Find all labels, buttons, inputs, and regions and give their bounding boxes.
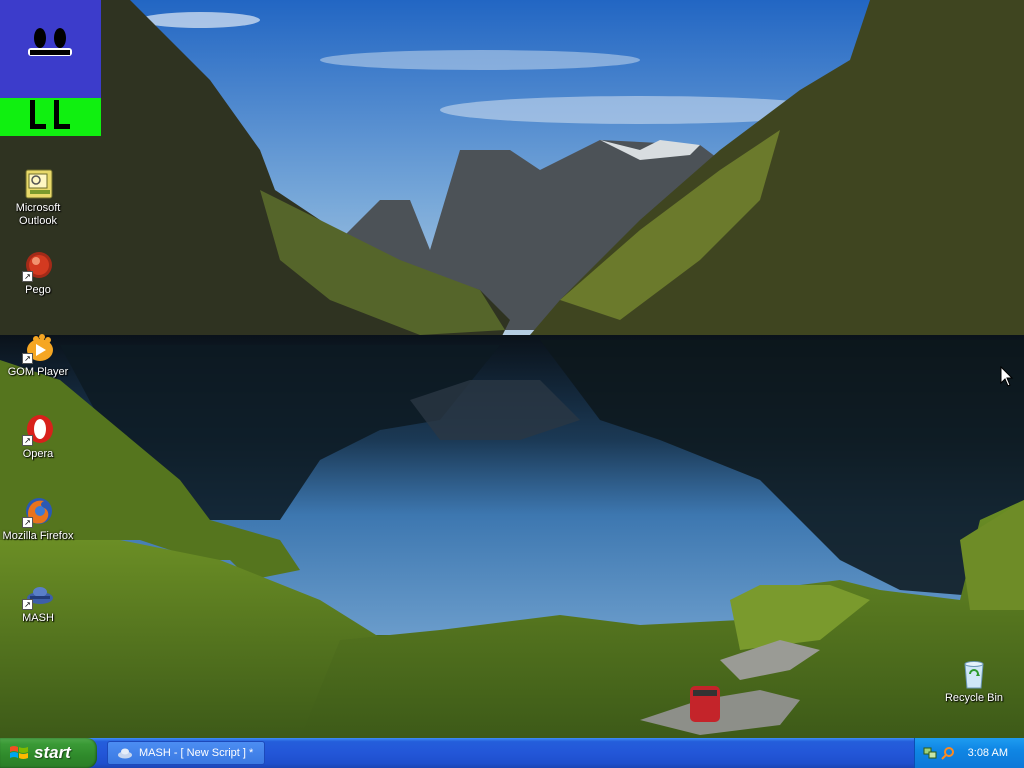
desktop-logo xyxy=(0,0,101,136)
desktop-icon-microsoft-outlook[interactable]: Microsoft Outlook xyxy=(0,168,76,228)
search-icon[interactable] xyxy=(941,746,955,760)
shortcut-arrow-icon: ↗ xyxy=(22,435,33,446)
start-button[interactable]: start xyxy=(0,738,97,768)
recycle-bin-icon xyxy=(958,658,990,690)
desktop-icon-mash[interactable]: ↗ MASH xyxy=(0,578,76,625)
shortcut-arrow-icon: ↗ xyxy=(22,271,33,282)
taskbar-button-mash[interactable]: MASH - [ New Script ] * xyxy=(107,741,265,765)
windows-flag-icon xyxy=(10,746,28,759)
mash-icon xyxy=(118,748,132,759)
desktop-icon-label: Mozilla Firefox xyxy=(2,530,74,542)
desktop-icon-label: GOM Player xyxy=(7,366,69,378)
desktop-icon-opera[interactable]: ↗ Opera xyxy=(0,414,76,461)
opera-icon: ↗ xyxy=(22,414,54,446)
start-label: start xyxy=(34,743,71,762)
firefox-icon: ↗ xyxy=(22,496,54,528)
taskbar-button-label: MASH - [ New Script ] * xyxy=(139,747,254,759)
desktop-icon-label: Recycle Bin xyxy=(944,692,1004,704)
mash-icon: ↗ xyxy=(22,578,54,610)
gom-player-icon: ↗ xyxy=(22,332,54,364)
desktop-icon-pego[interactable]: ↗ Pego xyxy=(0,250,76,297)
pego-icon: ↗ xyxy=(22,250,54,282)
desktop-icon-gom-player[interactable]: ↗ GOM Player xyxy=(0,332,76,379)
desktop-icon-label: MASH xyxy=(22,612,54,624)
desktop-icon-label: Microsoft Outlook xyxy=(15,202,61,227)
desktop-icon-mozilla-firefox[interactable]: ↗ Mozilla Firefox xyxy=(0,496,76,543)
clock[interactable]: 3:08 AM xyxy=(968,747,1008,759)
shortcut-arrow-icon: ↗ xyxy=(22,517,33,528)
system-tray: 3:08 AM xyxy=(914,738,1024,768)
desktop[interactable]: Microsoft Outlook ↗ Pego ↗ GOM Player ↗ … xyxy=(0,0,1024,738)
shortcut-arrow-icon: ↗ xyxy=(22,353,33,364)
wallpaper-image xyxy=(0,0,1024,738)
desktop-icon-label: Opera xyxy=(22,448,54,460)
shortcut-arrow-icon: ↗ xyxy=(22,599,33,610)
network-icon[interactable] xyxy=(923,746,937,760)
outlook-icon xyxy=(22,168,54,200)
mouse-cursor-icon xyxy=(1000,366,1014,387)
desktop-icon-label: Pego xyxy=(25,284,51,296)
desktop-icon-recycle-bin[interactable]: Recycle Bin xyxy=(936,658,1012,705)
taskbar: start MASH - [ New Script ] * 3:08 AM xyxy=(0,738,1024,768)
